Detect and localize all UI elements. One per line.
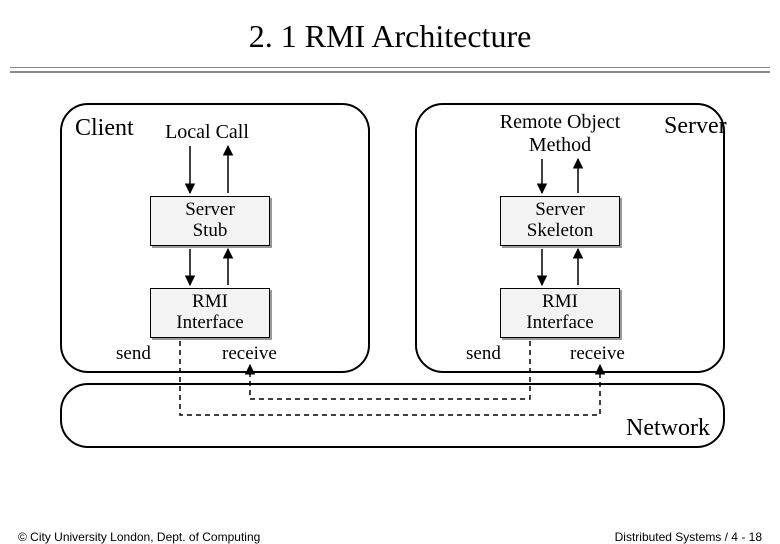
server-skeleton-box: ServerSkeleton (500, 196, 620, 246)
server-skeleton-text: ServerSkeleton (527, 200, 594, 242)
client-receive-label: receive (222, 343, 277, 365)
server-stub-box: ServerStub (150, 196, 270, 246)
remote-method-label: Remote ObjectMethod (480, 111, 640, 157)
server-receive-label: receive (570, 343, 625, 365)
local-call-label: Local Call (157, 121, 257, 144)
title-divider (10, 67, 770, 73)
footer-page-number: Distributed Systems / 4 - 18 (615, 530, 762, 544)
server-stub-text: ServerStub (185, 200, 235, 242)
client-rmi-text: RMIInterface (176, 292, 244, 334)
server-rmi-box: RMIInterface (500, 288, 620, 338)
server-host-label: Server (664, 113, 727, 140)
page-title: 2. 1 RMI Architecture (0, 0, 780, 67)
client-rmi-box: RMIInterface (150, 288, 270, 338)
client-send-label: send (116, 343, 151, 365)
server-send-label: send (466, 343, 501, 365)
network-label: Network (626, 415, 710, 442)
client-host-label: Client (75, 115, 134, 142)
diagram-stage: Client Server Network Local Call Remote … (10, 103, 770, 493)
server-rmi-text: RMIInterface (526, 292, 594, 334)
footer-copyright: © City University London, Dept. of Compu… (18, 530, 260, 544)
